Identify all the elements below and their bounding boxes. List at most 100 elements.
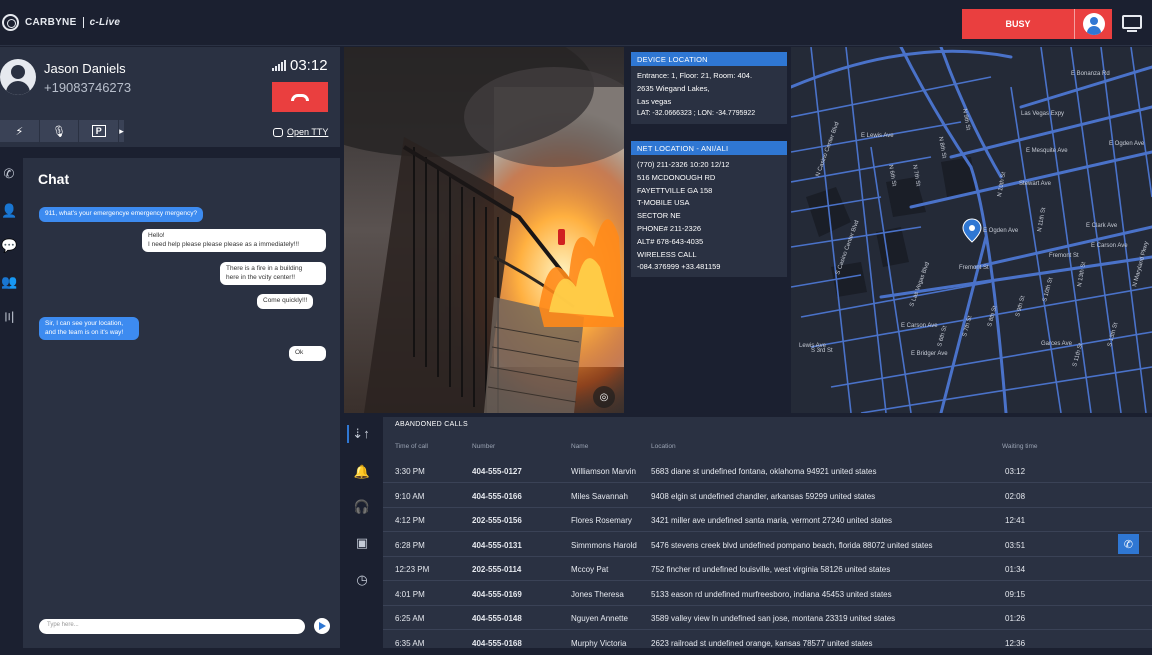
cell-name: Jones Theresa [571,590,624,599]
map-street-label: S 9th St [1015,295,1026,317]
cell-name: Murphy Victoria [571,639,627,648]
phone-icon[interactable]: ✆ [1,166,17,182]
cell-name: Nguyen Annette [571,614,628,623]
cell-number: 404-555-0127 [472,467,522,476]
map-street-label: Fremont St [1049,253,1079,259]
signal-icon [272,60,286,71]
table-row[interactable]: 6:25 AM 404-555-0148 Nguyen Annette 3589 va… [383,605,1152,630]
map-view[interactable]: E Bonanza Rd Las Vegas Expy E Mesquite A… [791,47,1152,413]
parking-list-icon[interactable]: ▣ [353,534,371,552]
map-street-label: E Bonanza Rd [1071,71,1110,77]
tty-icon [273,127,283,137]
caller-panel: Jason Daniels +19083746273 03:12 ⚡ 🎙 P ▸… [0,47,340,147]
map-street-label: Las Vegas Expy [1021,111,1064,117]
cell-wait: 03:12 [1005,467,1026,476]
cell-time: 6:25 AM [395,614,425,623]
calls-sort-icon[interactable]: ⇣↑ [347,425,373,443]
flash-button[interactable]: ⚡ [0,120,39,142]
net-location-line: T-MOBILE USA [637,198,690,208]
video-feed [344,47,624,413]
caller-phone: +19083746273 [44,80,132,95]
map-street-label: S 6th St [937,325,948,347]
chat-bubble-icon[interactable]: 💬 [1,238,17,254]
carbyne-logo-icon [2,14,19,31]
table-row[interactable]: 3:30 PM 404-555-0127 Williamson Marvin 5683… [383,458,1152,483]
brand-logo: CARBYNE c-Live [2,14,120,31]
caller-name: Jason Daniels [44,61,126,76]
net-location-line: 516 MCDONOUGH RD [637,172,716,182]
phone-hangup-icon [291,93,309,101]
table-row[interactable]: 12:23 PM 202-555-0114 Mccoy Pat 752 fincher… [383,556,1152,581]
net-location-line: FAYETTVILLE GA 158 [637,185,713,195]
chat-message: 911, what's your emergencye emergency me… [39,207,204,222]
person-icon[interactable]: 👤 [1,203,17,219]
cell-number: 404-555-0166 [472,492,522,501]
parking-icon: P [91,125,106,137]
eye-off-icon: ◎ [599,391,609,403]
table-row[interactable]: 4:12 PM 202-555-0156 Flores Rosemary 3421 m… [383,507,1152,532]
map-street-label: E Clark Ave [1086,223,1118,229]
table-row[interactable]: 4:01 PM 404-555-0169 Jones Theresa 5133 eas… [383,581,1152,606]
map-street-label: Fremont St [959,265,989,271]
map-street-label: N Maryland Pkwy [1132,241,1150,288]
open-tty-link[interactable]: Open TTY [273,127,328,137]
chat-input[interactable]: Type here... [39,619,305,634]
map-street-label: N 8th St [937,136,947,159]
open-tty-label: Open TTY [287,127,329,137]
audio-wave-icon[interactable]: 〣 [1,310,17,326]
left-nav: ✆ 👤 💬 👥 〣 [0,158,22,648]
cell-wait: 12:36 [1005,639,1026,648]
group-icon[interactable]: 👥 [1,274,17,290]
product-name: c-Live [89,17,121,28]
chat-message: There is a fire in a building here in th… [220,262,326,285]
cell-location: 752 fincher rd undefined louisville, wes… [651,565,891,574]
table-row[interactable]: 6:28 PM 404-555-0131 Simmmons Harold 5476 s… [383,532,1152,557]
table-row[interactable]: 6:35 AM 404-555-0168 Murphy Victoria 2623 r… [383,630,1152,655]
parking-button[interactable]: P [79,120,119,142]
cell-wait: 09:15 [1005,590,1026,599]
table-row[interactable]: 9:10 AM 404-555-0166 Miles Savannah 9408 el… [383,483,1152,508]
send-button[interactable] [314,618,330,634]
logo-divider [82,17,84,28]
map-street-label: Lewis Ave [799,343,827,349]
device-location-line: 2635 Wiegand Lakes, [637,83,710,93]
call-tools: ⚡ 🎙 P ▸ [0,120,125,142]
user-avatar-button[interactable] [1074,9,1112,39]
bell-icon[interactable]: 🔔 [353,463,371,481]
net-location-line: WIRELESS CALL [637,249,697,259]
microphone-button[interactable]: 🎙 [39,120,79,142]
cell-wait: 03:51 [1005,541,1026,550]
map-street-label: S 10th St [1042,277,1054,303]
more-tools-button[interactable]: ▸ [119,120,125,142]
user-icon [1082,13,1105,35]
cell-time: 6:28 PM [395,541,425,550]
stairwell-fire-image [344,47,624,413]
abandoned-calls-table: ABANDONED CALLS Time of call Number Name… [383,417,1152,648]
app-header: CARBYNE c-Live BUSY [0,0,1152,46]
cell-name: Williamson Marvin [571,467,636,476]
cell-location: 3421 miller ave undefined santa maria, v… [651,516,893,525]
cell-wait: 12:41 [1005,516,1026,525]
lightning-icon: ⚡ [15,125,24,138]
column-header: Time of call [395,443,428,450]
chat-panel: Chat 911, what's your emergencye emergen… [23,158,340,648]
cell-location: 5133 eason rd undefined murfreesboro, in… [651,590,892,599]
hang-up-button[interactable] [272,82,328,112]
column-header: Name [571,443,589,450]
call-timer: 03:12 [290,57,328,74]
headset-icon[interactable]: 🎧 [353,498,371,516]
map-street-label: N Casino Center Blvd [815,121,840,177]
brand-name: CARBYNE [25,17,77,28]
monitor-icon[interactable] [1122,15,1142,32]
cell-time: 4:12 PM [395,516,425,525]
callback-button[interactable]: ✆ [1118,534,1139,554]
hide-video-button[interactable]: ◎ [593,386,615,408]
cell-number: 404-555-0148 [472,614,522,623]
net-location-line: PHONE# 211-2326 [637,223,702,233]
clock-icon[interactable]: ◷ [353,571,371,589]
street-map: E Bonanza Rd Las Vegas Expy E Mesquite A… [791,47,1152,413]
device-location-body: Entrance: 1, Floor: 21, Room: 404. 2635 … [631,66,787,124]
chat-message: Come quickly!!! [257,294,314,309]
device-location-line: Entrance: 1, Floor: 21, Room: 404. [637,71,753,80]
status-busy-button[interactable]: BUSY [962,9,1074,39]
